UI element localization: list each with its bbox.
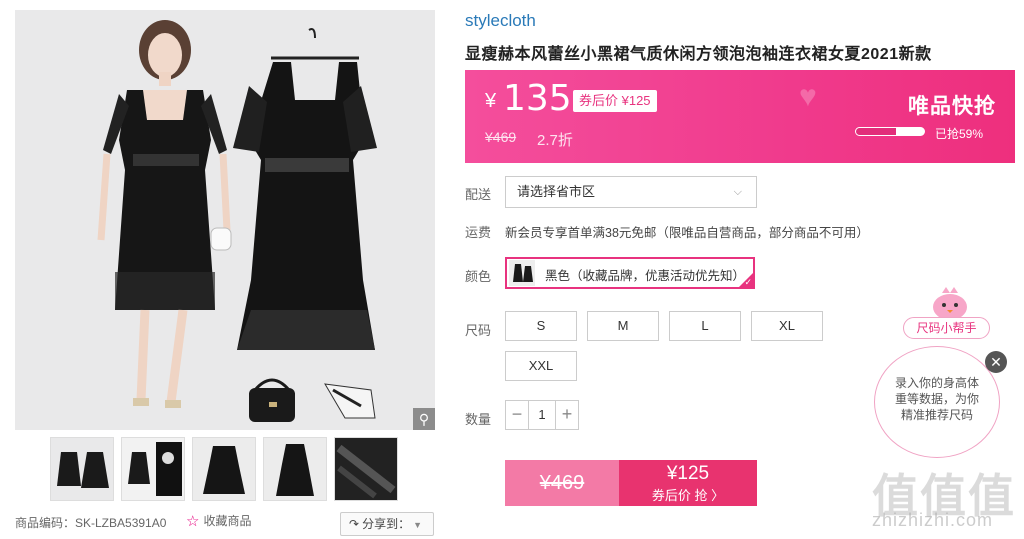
region-select[interactable]: 请选择省市区 ⌵: [505, 176, 757, 208]
thumbnail-2[interactable]: [121, 437, 185, 501]
heart-icon: ♥: [799, 80, 817, 113]
buy-action-label: 券后价 抢 〉: [651, 488, 725, 503]
sold-progress-fill: [856, 128, 897, 135]
share-label: 分享到：: [362, 517, 411, 531]
chevron-down-icon: ▼: [413, 520, 422, 530]
promo-title: 唯品快抢: [908, 95, 996, 118]
size-helper-line-3: 精准推荐尺码: [900, 408, 973, 422]
decrease-button[interactable]: −: [506, 401, 528, 429]
size-option-m[interactable]: M: [587, 311, 659, 341]
buy-button[interactable]: ¥469 ¥125 券后价 抢 〉: [505, 460, 757, 506]
sold-progress-bar: [855, 127, 925, 136]
thumbnail-3[interactable]: [192, 437, 256, 501]
size-option-s[interactable]: S: [505, 311, 577, 341]
product-code: 商品编码：SK-LZBA5391A0: [15, 516, 167, 530]
share-icon: ↷: [349, 517, 360, 531]
buy-now-button[interactable]: ¥125 券后价 抢 〉: [619, 460, 757, 506]
region-select-value: 请选择省市区: [517, 184, 596, 199]
close-icon[interactable]: ✕: [985, 351, 1007, 373]
size-option-xl[interactable]: XL: [751, 311, 823, 341]
color-swatch: [509, 260, 535, 286]
current-price: 135: [503, 78, 572, 119]
size-helper-line-2: 重等数据，为你: [894, 392, 979, 406]
discount-rate: 2.7折: [537, 132, 573, 149]
share-dropdown[interactable]: ↷ 分享到： ▼: [340, 512, 434, 536]
favorite-label: 收藏商品: [203, 514, 252, 528]
zoom-icon[interactable]: ⚲: [413, 408, 435, 430]
main-product-image[interactable]: ⚲: [15, 10, 435, 430]
currency-symbol: ¥: [485, 90, 497, 112]
price-banner: ¥ 135 券后价 ¥125 ¥469 2.7折 ♥ 唯品快抢 已抢59%: [465, 70, 1015, 163]
product-title: 显瘦赫本风蕾丝小黑裙气质休闲方领泡泡袖连衣裙女夏2021新款: [465, 46, 932, 63]
thumbnail-4[interactable]: [263, 437, 327, 501]
size-helper-bubble[interactable]: 录入你的身高体 重等数据，为你 精准推荐尺码: [874, 346, 1000, 458]
buy-original-price: ¥469: [505, 460, 619, 506]
size-helper-line-1: 录入你的身高体: [894, 376, 979, 390]
color-option-black[interactable]: 黑色（收藏品牌，优惠活动优先知） ✓: [505, 257, 755, 289]
check-icon: ✓: [744, 277, 752, 287]
sold-label: 已抢59%: [935, 127, 984, 141]
size-option-xxl[interactable]: XXL: [505, 351, 577, 381]
shipping-text: 新会员专享首单满38元免邮（限唯品自营商品，部分商品不可用）: [505, 226, 869, 240]
coupon-price-tag: 券后价 ¥125: [573, 90, 657, 112]
star-icon: ☆: [186, 513, 200, 530]
brand-link[interactable]: stylecloth: [465, 11, 536, 31]
size-option-l[interactable]: L: [669, 311, 741, 341]
thumbnail-5[interactable]: [334, 437, 398, 501]
thumbnail-1[interactable]: [50, 437, 114, 501]
mascot-bird-icon: [933, 287, 967, 320]
size-helper-title[interactable]: 尺码小帮手: [903, 317, 990, 339]
buy-price: ¥125: [666, 463, 710, 484]
delivery-label: 配送: [465, 187, 492, 202]
shipping-label: 运费: [465, 225, 492, 240]
original-price: ¥469: [485, 129, 517, 145]
watermark-url: zhizhizhi.com: [872, 510, 994, 530]
quantity-label: 数量: [465, 412, 492, 427]
dress-illustration: [15, 10, 435, 430]
favorite-button[interactable]: ☆ 收藏商品: [186, 512, 251, 530]
thumbnail-strip: [50, 437, 400, 501]
quantity-stepper: − 1 +: [505, 400, 579, 430]
size-label: 尺码: [465, 323, 492, 338]
increase-button[interactable]: +: [556, 401, 578, 429]
color-label: 颜色: [465, 269, 492, 284]
quantity-value[interactable]: 1: [528, 401, 556, 429]
chevron-down-icon: ⌵: [733, 186, 742, 198]
color-option-label: 黑色（收藏品牌，优惠活动优先知）: [545, 269, 746, 283]
